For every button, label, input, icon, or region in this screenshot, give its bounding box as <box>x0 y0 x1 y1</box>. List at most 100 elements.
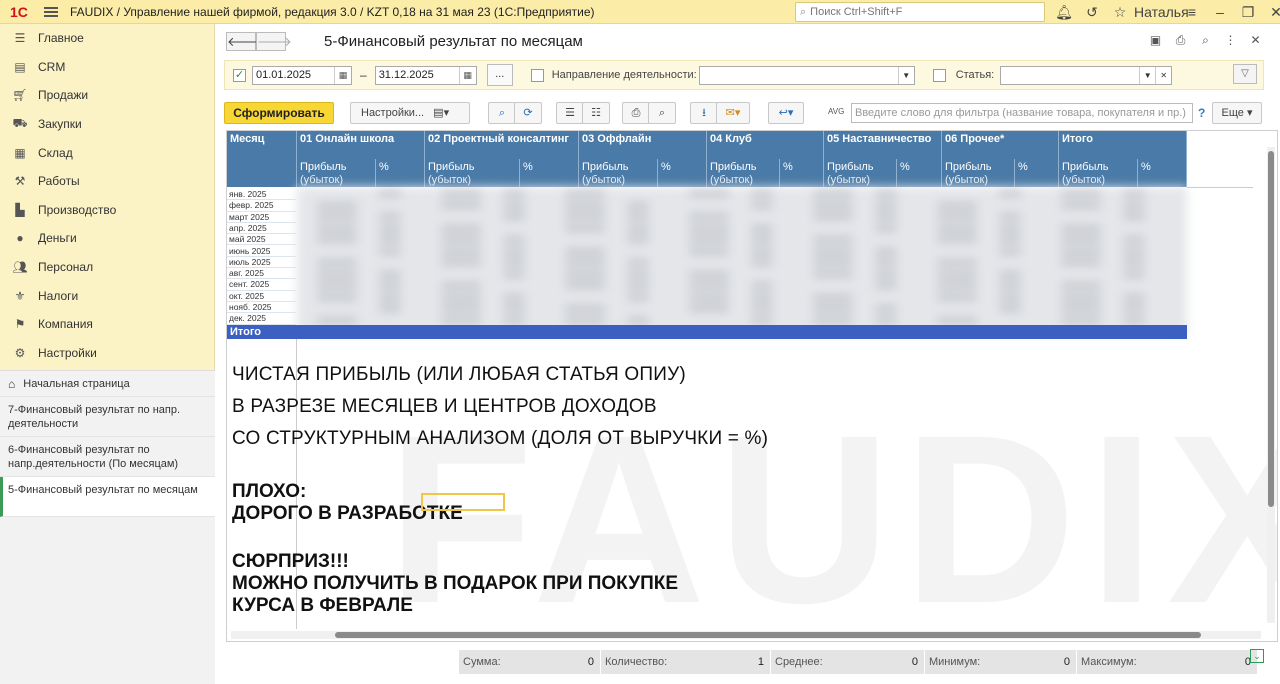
sidebar-item-1[interactable]: ☰ Главное <box>0 24 214 53</box>
sidebar-item-8[interactable]: ● Деньги <box>0 224 214 253</box>
sidebar-item-label: Персонал <box>38 260 94 275</box>
print-preview-button[interactable]: ⌕ <box>648 102 676 124</box>
cart-icon: 🛒︎ <box>12 88 28 103</box>
star-icon[interactable]: ☆ <box>1106 4 1134 21</box>
sidebar-item-9[interactable]: 👥︎ Персонал <box>0 253 214 282</box>
find-button[interactable]: ⌕ <box>488 102 516 124</box>
article-field[interactable]: ▼ ✕ <box>1000 65 1173 85</box>
count-value: 1 <box>757 656 764 668</box>
more-vertical-icon[interactable]: ⋮ <box>1218 33 1243 48</box>
calendar-icon[interactable]: ▦ <box>334 66 351 84</box>
preview-icon[interactable]: ⌕ <box>1193 33 1218 48</box>
month-cell[interactable]: февр. 2025 <box>227 200 296 212</box>
open-page-6[interactable]: 6-Финансовый результат по напр.деятельно… <box>0 437 215 477</box>
save-icon[interactable]: ▣ <box>1143 33 1168 48</box>
overlay-surprise-title: СЮРПРИЗ!!! <box>232 551 349 572</box>
bell-icon[interactable]: 🔔︎ <box>1050 4 1078 21</box>
sidebar-item-5[interactable]: ▦ Склад <box>0 138 214 167</box>
month-cell[interactable]: июнь 2025 <box>227 245 296 257</box>
minimize-icon[interactable]: – <box>1206 4 1234 20</box>
close-form-icon[interactable]: ✕ <box>1243 33 1268 48</box>
count-label: Количество: <box>605 656 668 668</box>
report-spreadsheet[interactable]: FAUDIX Месяц 01 Онлайн школа Прибыль (убыт… <box>226 130 1278 642</box>
restore-icon[interactable]: ❐ <box>1234 4 1262 21</box>
find-next-button[interactable]: ⟳ <box>514 102 542 124</box>
sidebar-item-label: CRM <box>38 59 66 74</box>
sidebar-item-2[interactable]: ▤ CRM <box>0 53 214 82</box>
sum-value: 0 <box>587 656 594 668</box>
open-page-7[interactable]: 7-Финансовый результат по напр. деятельн… <box>0 397 215 437</box>
subheader-profit: Прибыль (убыток) <box>942 159 1015 187</box>
generate-button[interactable]: Сформировать <box>224 102 334 124</box>
scroll-thumb[interactable] <box>1268 151 1274 507</box>
sidebar-item-11[interactable]: ⚑ Компания <box>0 310 214 339</box>
chevron-down-icon[interactable]: ▼ <box>897 66 914 84</box>
period-select-button[interactable]: ... <box>486 64 513 86</box>
period-checkbox[interactable]: ✓ <box>233 68 246 82</box>
month-cell[interactable]: сент. 2025 <box>227 279 296 291</box>
settings-menu-icon[interactable]: ≡ <box>1178 4 1206 20</box>
filter-funnel-icon[interactable]: ▽ <box>1233 64 1257 84</box>
calendar-icon[interactable]: ▦ <box>458 66 476 84</box>
global-search[interactable]: ⌕ <box>795 2 1045 22</box>
article-checkbox[interactable] <box>932 68 946 82</box>
global-search-input[interactable] <box>810 6 1031 18</box>
help-icon[interactable]: ? <box>1198 106 1205 120</box>
more-button[interactable]: Еще ▾ <box>1212 102 1262 124</box>
back-arrow-icon[interactable]: 🡐 <box>226 32 262 51</box>
sidebar-item-4[interactable]: ⛟ Закупки <box>0 110 214 139</box>
forward-arrow-icon[interactable]: 🡒 <box>256 32 292 51</box>
settings-button[interactable]: Настройки... ▤▾ <box>350 102 470 124</box>
sidebar-item-label: Работы <box>38 174 80 189</box>
sidebar-item-label: Склад <box>38 145 73 160</box>
title-bar: 1С FAUDIX / Управление нашей фирмой, ред… <box>0 0 1280 24</box>
sidebar: ☰ Главное ▤ CRM 🛒︎ Продажи ⛟ Закупки ▦ Склад ⚒ Рабо… <box>0 24 215 684</box>
selected-cell[interactable] <box>421 493 505 511</box>
direction-checkbox[interactable] <box>530 68 544 82</box>
close-icon[interactable]: ✕ <box>1262 4 1280 21</box>
month-cell[interactable]: дек. 2025 <box>227 313 296 325</box>
1c-logo: 1С <box>10 3 28 20</box>
article-label: Статья: <box>955 69 995 81</box>
date-to-field[interactable]: 31.12.2025 ▦ <box>374 65 477 85</box>
sidebar-item-10[interactable]: ⚜ Налоги <box>0 281 214 310</box>
sidebar-item-7[interactable]: ▙ Производство <box>0 196 214 225</box>
sidebar-item-12[interactable]: ⚙ Настройки <box>0 339 214 368</box>
direction-field[interactable]: ▼ <box>698 65 915 85</box>
sidebar-item-label: Продажи <box>38 88 89 103</box>
user-name[interactable]: Наталья <box>1134 4 1189 20</box>
vertical-scrollbar[interactable] <box>1267 147 1275 623</box>
clear-icon[interactable]: ✕ <box>1155 66 1171 84</box>
scroll-thumb[interactable] <box>335 632 1201 638</box>
overlay-surprise-line: КУРСА В ФЕВРАЛЕ <box>232 595 413 616</box>
open-page-home[interactable]: ⌂ Начальная страница <box>0 371 215 397</box>
print-icon[interactable]: ⎙ <box>1168 33 1193 48</box>
form-header: 🡐 🡒 5-Финансовый результат по месяцам ▣ … <box>216 24 1280 60</box>
month-cell[interactable]: март 2025 <box>227 211 296 223</box>
undo-button[interactable]: ↩▾ <box>768 102 804 124</box>
chevron-down-icon[interactable]: ▼ <box>1139 66 1155 84</box>
collapse-groups-button[interactable]: ☷ <box>582 102 610 124</box>
month-cell[interactable]: нояб. 2025 <box>227 302 296 314</box>
print-button[interactable]: ⎙ <box>622 102 650 124</box>
download-button[interactable]: ⭳ <box>690 102 718 124</box>
month-cell[interactable]: авг. 2025 <box>227 268 296 280</box>
sidebar-item-6[interactable]: ⚒ Работы <box>0 167 214 196</box>
sidebar-item-3[interactable]: 🛒︎ Продажи <box>0 81 214 110</box>
month-cell[interactable]: май 2025 <box>227 234 296 246</box>
hamburger-menu-icon[interactable] <box>44 5 58 19</box>
open-page-5[interactable]: 5-Финансовый результат по месяцам <box>0 477 215 517</box>
expand-totals-icon[interactable]: ⌄ <box>1250 649 1264 663</box>
month-cell[interactable]: июль 2025 <box>227 256 296 269</box>
menu-icon: ☰ <box>14 31 26 46</box>
month-cell[interactable]: окт. 2025 <box>227 290 296 302</box>
month-cell[interactable]: апр. 2025 <box>227 222 296 235</box>
report-filter-input[interactable]: Введите слово для фильтра (название това… <box>851 103 1193 123</box>
date-from-field[interactable]: 01.01.2025 ▦ <box>252 65 352 85</box>
month-cell[interactable]: янв. 2025 <box>227 189 296 201</box>
expand-groups-button[interactable]: ☰ <box>556 102 584 124</box>
home-icon: ⌂ <box>8 376 16 391</box>
horizontal-scrollbar[interactable] <box>231 631 1261 639</box>
email-button[interactable]: ✉▾ <box>716 102 750 124</box>
history-icon[interactable]: ↺ <box>1078 4 1106 21</box>
